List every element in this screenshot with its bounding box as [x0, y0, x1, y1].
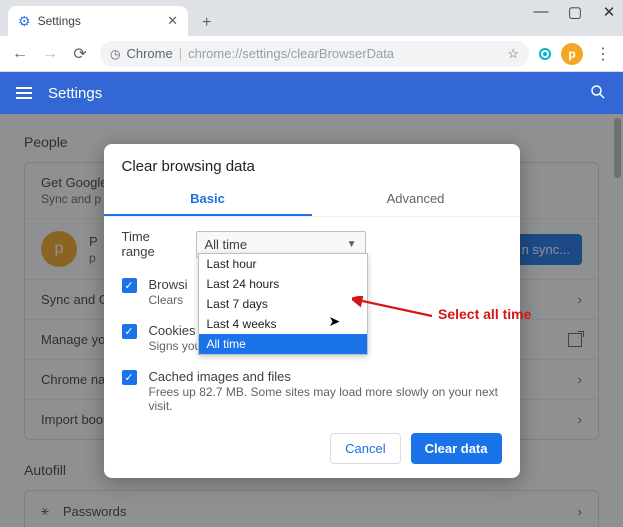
tab-advanced[interactable]: Advanced: [312, 183, 520, 216]
dialog-title: Clear browsing data: [104, 144, 520, 183]
dialog-footer: Cancel Clear data: [104, 425, 520, 464]
option-last-hour[interactable]: Last hour: [199, 254, 367, 274]
hamburger-icon[interactable]: [16, 87, 32, 99]
clear-data-button[interactable]: Clear data: [411, 433, 502, 464]
page-root: Settings People Get Google Sync and p p …: [0, 72, 623, 527]
checkbox-cached[interactable]: ✓ Cached images and files Frees up 82.7 …: [122, 361, 502, 421]
dialog-tabs: Basic Advanced: [104, 183, 520, 217]
new-tab-button[interactable]: +: [194, 10, 219, 36]
browser-tab-settings[interactable]: ⚙ Settings ✕: [8, 6, 188, 36]
bookmark-star-icon[interactable]: ☆: [507, 46, 519, 62]
maximize-button[interactable]: ▢: [567, 3, 583, 21]
checkbox-icon: ✓: [122, 278, 137, 293]
minimize-button[interactable]: —: [533, 3, 549, 21]
url-text: chrome://settings/clearBrowserData: [188, 46, 394, 61]
settings-header: Settings: [0, 72, 623, 114]
checkbox-icon: ✓: [122, 370, 137, 385]
window-controls: — ▢ ✕: [533, 3, 617, 21]
time-range-dropdown: Last hour Last 24 hours Last 7 days Last…: [198, 253, 368, 355]
site-info-icon[interactable]: ◷: [110, 47, 120, 61]
option-last-7-days[interactable]: Last 7 days: [199, 294, 367, 314]
checkbox-icon: ✓: [122, 324, 137, 339]
menu-kebab-icon[interactable]: ⋮: [593, 44, 613, 64]
tab-strip: ⚙ Settings ✕ +: [0, 0, 623, 36]
clear-browsing-dialog: Clear browsing data Basic Advanced Time …: [104, 144, 520, 478]
settings-content: People Get Google Sync and p p P p n syn…: [0, 114, 623, 527]
search-icon[interactable]: [589, 83, 607, 104]
option-last-24-hours[interactable]: Last 24 hours: [199, 274, 367, 294]
address-bar[interactable]: ◷ Chrome | chrome://settings/clearBrowse…: [100, 41, 529, 67]
option-all-time[interactable]: All time: [199, 334, 367, 354]
cancel-button[interactable]: Cancel: [330, 433, 400, 464]
profile-avatar[interactable]: p: [561, 43, 583, 65]
reload-button[interactable]: ⟳: [70, 44, 90, 64]
back-button[interactable]: ←: [10, 45, 30, 63]
chevron-down-icon: ▼: [347, 239, 357, 250]
close-window-button[interactable]: ✕: [601, 3, 617, 21]
toolbar: ← → ⟳ ◷ Chrome | chrome://settings/clear…: [0, 36, 623, 72]
url-prefix: Chrome: [126, 46, 172, 61]
dialog-body: Time range All time ▼ Last hour Last 24 …: [104, 217, 520, 425]
tab-basic[interactable]: Basic: [104, 183, 312, 216]
forward-button[interactable]: →: [40, 45, 60, 63]
gear-icon: ⚙: [18, 13, 31, 30]
extension-icon[interactable]: [539, 48, 551, 60]
select-value: All time: [205, 237, 248, 252]
time-range-label: Time range: [122, 229, 184, 259]
tab-title: Settings: [38, 14, 161, 28]
option-last-4-weeks[interactable]: Last 4 weeks: [199, 314, 367, 334]
close-tab-icon[interactable]: ✕: [167, 13, 178, 29]
settings-title: Settings: [48, 85, 102, 102]
